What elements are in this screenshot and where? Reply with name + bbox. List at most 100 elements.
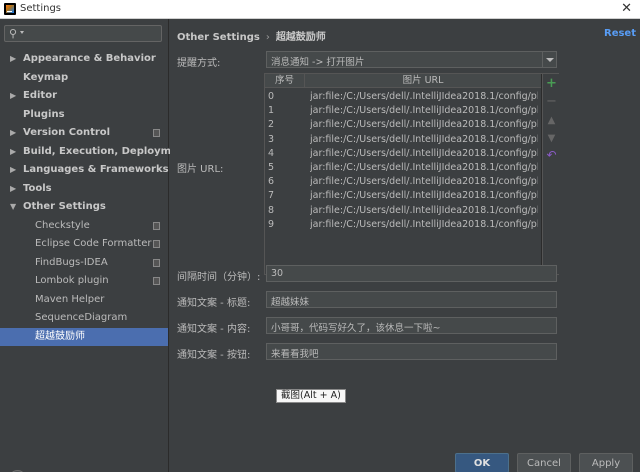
tree-item[interactable]: Lombok plugin bbox=[0, 272, 168, 290]
collapsed-arrow-icon[interactable]: ▶ bbox=[10, 161, 16, 179]
tree-item[interactable]: ▶ Version Control bbox=[0, 124, 168, 142]
row-index: 9 bbox=[268, 218, 275, 230]
tree-item[interactable]: Maven Helper bbox=[0, 291, 168, 309]
tree-item[interactable]: Plugins bbox=[0, 106, 168, 124]
collapsed-arrow-icon[interactable]: ▶ bbox=[10, 50, 16, 68]
move-down-icon[interactable]: ▼ bbox=[545, 132, 558, 145]
search-options-caret-icon[interactable] bbox=[20, 31, 24, 34]
table-row[interactable]: 3 jar:file:/C:/Users/dell/.IntelliJIdea20… bbox=[265, 133, 541, 147]
table-row[interactable]: 8 jar:file:/C:/Users/dell/.IntelliJIdea20… bbox=[265, 204, 541, 218]
settings-content: Other Settings › 超越鼓励师 Reset 提醒方式: 消息通知 ->… bbox=[170, 19, 640, 472]
collapsed-arrow-icon[interactable]: ▶ bbox=[10, 124, 16, 142]
tree-item[interactable]: 超越鼓励师 bbox=[0, 327, 168, 346]
title-bar: Settings ✕ bbox=[0, 0, 640, 19]
notify-method-dropdown[interactable]: 消息通知 -> 打开图片 bbox=[266, 51, 557, 68]
row-image-url: jar:file:/C:/Users/dell/.IntelliJIdea201… bbox=[310, 91, 538, 102]
tree-item[interactable]: FindBugs-IDEA bbox=[0, 254, 168, 272]
column-header-url[interactable]: 图片 URL bbox=[305, 74, 541, 88]
notify-title-value: 超越妹妹 bbox=[271, 297, 310, 308]
notify-button-input[interactable]: 来看看我吧 bbox=[266, 343, 557, 360]
table-row[interactable]: 7 jar:file:/C:/Users/dell/.IntelliJIdea20… bbox=[265, 189, 541, 203]
collapsed-arrow-icon[interactable]: ▶ bbox=[10, 87, 16, 105]
tree-item[interactable]: SequenceDiagram bbox=[0, 309, 168, 327]
table-row[interactable]: 6 jar:file:/C:/Users/dell/.IntelliJIdea20… bbox=[265, 175, 541, 189]
interval-input[interactable]: 30 bbox=[266, 265, 557, 282]
close-icon[interactable]: ✕ bbox=[621, 1, 632, 17]
project-settings-icon bbox=[153, 129, 160, 137]
ok-button[interactable]: OK bbox=[455, 453, 509, 472]
notify-title-input[interactable]: 超越妹妹 bbox=[266, 291, 557, 308]
search-input[interactable]: ⚲ bbox=[4, 25, 162, 42]
tree-item[interactable]: Checkstyle bbox=[0, 217, 168, 235]
row-image-url: jar:file:/C:/Users/dell/.IntelliJIdea201… bbox=[310, 147, 538, 159]
table-toolbar: + − ▲ ▼ ↶ bbox=[542, 74, 559, 274]
tree-item-label: Version Control bbox=[23, 127, 111, 138]
notify-content-input[interactable]: 小哥哥，代码写好久了，该休息一下啦~ bbox=[266, 317, 557, 334]
row-index: 8 bbox=[268, 204, 275, 216]
apply-button[interactable]: Apply bbox=[579, 453, 633, 472]
intellij-app-icon bbox=[4, 3, 16, 15]
row-index: 7 bbox=[268, 190, 275, 202]
breadcrumb-current: 超越鼓励师 bbox=[275, 32, 326, 43]
tree-item[interactable]: Eclipse Code Formatter bbox=[0, 235, 168, 253]
tree-item[interactable]: ▶ Appearance & Behavior bbox=[0, 50, 168, 68]
tree-item-label: Maven Helper bbox=[35, 293, 105, 305]
row-image-url: jar:file:/C:/Users/dell/.IntelliJIdea201… bbox=[310, 176, 538, 188]
tree-item[interactable]: ▶ Editor bbox=[0, 87, 168, 105]
reset-link[interactable]: Reset bbox=[604, 28, 636, 39]
collapsed-arrow-icon[interactable]: ▶ bbox=[10, 180, 16, 198]
tree-item[interactable]: ▶ Tools bbox=[0, 180, 168, 198]
add-icon[interactable]: + bbox=[545, 77, 558, 90]
row-image-url: jar:file:/C:/Users/dell/.IntelliJIdea201… bbox=[310, 162, 538, 173]
row-image-url: jar:file:/C:/Users/dell/.IntelliJIdea201… bbox=[310, 218, 538, 230]
tree-item-label: Other Settings bbox=[23, 201, 106, 212]
tree-item-label: SequenceDiagram bbox=[35, 312, 128, 323]
interval-value: 30 bbox=[271, 268, 284, 279]
row-index: 0 bbox=[268, 91, 275, 102]
breadcrumb: Other Settings › 超越鼓励师 bbox=[177, 28, 326, 43]
breadcrumb-separator: › bbox=[265, 32, 270, 43]
tree-item-label: Build, Execution, Deployment bbox=[23, 145, 190, 157]
notify-title-label: 通知文案 - 标题: bbox=[177, 298, 251, 309]
row-index: 6 bbox=[268, 176, 275, 188]
breadcrumb-parent[interactable]: Other Settings bbox=[177, 32, 260, 43]
expanded-arrow-icon[interactable]: ▼ bbox=[10, 198, 16, 216]
notify-method-label: 提醒方式: bbox=[177, 58, 221, 69]
chevron-down-icon[interactable] bbox=[542, 52, 556, 67]
tree-item-label: Editor bbox=[23, 90, 57, 101]
table-row[interactable]: 2 jar:file:/C:/Users/dell/.IntelliJIdea20… bbox=[265, 118, 541, 132]
settings-sidebar: ⚲ ▶ Appearance & Behavior Keymap ▶ Editor Plu… bbox=[0, 19, 190, 472]
image-url-table: 序号 图片 URL 0 jar:file:/C:/Users/dell/.Inte… bbox=[264, 73, 559, 275]
search-icon: ⚲ bbox=[9, 27, 18, 40]
notify-button-value: 来看看我吧 bbox=[271, 349, 319, 360]
tree-item-label: Eclipse Code Formatter bbox=[35, 238, 152, 249]
table-header: 序号 图片 URL bbox=[265, 74, 541, 88]
tree-item-label: Plugins bbox=[23, 108, 65, 120]
tree-item[interactable]: ▶ Build, Execution, Deployment bbox=[0, 143, 190, 161]
row-index: 5 bbox=[268, 162, 275, 173]
tree-item[interactable]: Keymap bbox=[0, 69, 168, 87]
tree-item-label: Checkstyle bbox=[35, 219, 90, 231]
tree-item-label: 超越鼓励师 bbox=[35, 330, 85, 342]
table-body: 序号 图片 URL 0 jar:file:/C:/Users/dell/.Inte… bbox=[265, 74, 541, 274]
table-row[interactable]: 4 jar:file:/C:/Users/dell/.IntelliJIdea20… bbox=[265, 147, 541, 161]
collapsed-arrow-icon[interactable]: ▶ bbox=[10, 143, 16, 161]
row-index: 4 bbox=[268, 147, 275, 159]
restore-icon[interactable]: ↶ bbox=[545, 149, 558, 162]
column-header-index[interactable]: 序号 bbox=[265, 74, 305, 88]
table-row[interactable]: 9 jar:file:/C:/Users/dell/.IntelliJIdea20… bbox=[265, 218, 541, 232]
notify-button-label: 通知文案 - 按钮: bbox=[177, 350, 251, 361]
move-up-icon[interactable]: ▲ bbox=[545, 114, 558, 127]
tree-item-label: Lombok plugin bbox=[35, 275, 109, 286]
row-image-url: jar:file:/C:/Users/dell/.IntelliJIdea201… bbox=[310, 190, 538, 202]
table-row[interactable]: 5 jar:file:/C:/Users/dell/.IntelliJIdea20… bbox=[265, 161, 541, 175]
tree-item[interactable]: ▼ Other Settings bbox=[0, 198, 168, 216]
table-row[interactable]: 0 jar:file:/C:/Users/dell/.IntelliJIdea20… bbox=[265, 90, 541, 104]
row-image-url: jar:file:/C:/Users/dell/.IntelliJIdea201… bbox=[310, 204, 538, 216]
cancel-button[interactable]: Cancel bbox=[517, 453, 571, 472]
table-row[interactable]: 1 jar:file:/C:/Users/dell/.IntelliJIdea20… bbox=[265, 104, 541, 118]
project-settings-icon bbox=[153, 221, 160, 230]
notify-method-value: 消息通知 -> 打开图片 bbox=[271, 57, 365, 68]
tree-item[interactable]: ▶ Languages & Frameworks bbox=[0, 161, 169, 179]
remove-icon[interactable]: − bbox=[545, 95, 558, 108]
